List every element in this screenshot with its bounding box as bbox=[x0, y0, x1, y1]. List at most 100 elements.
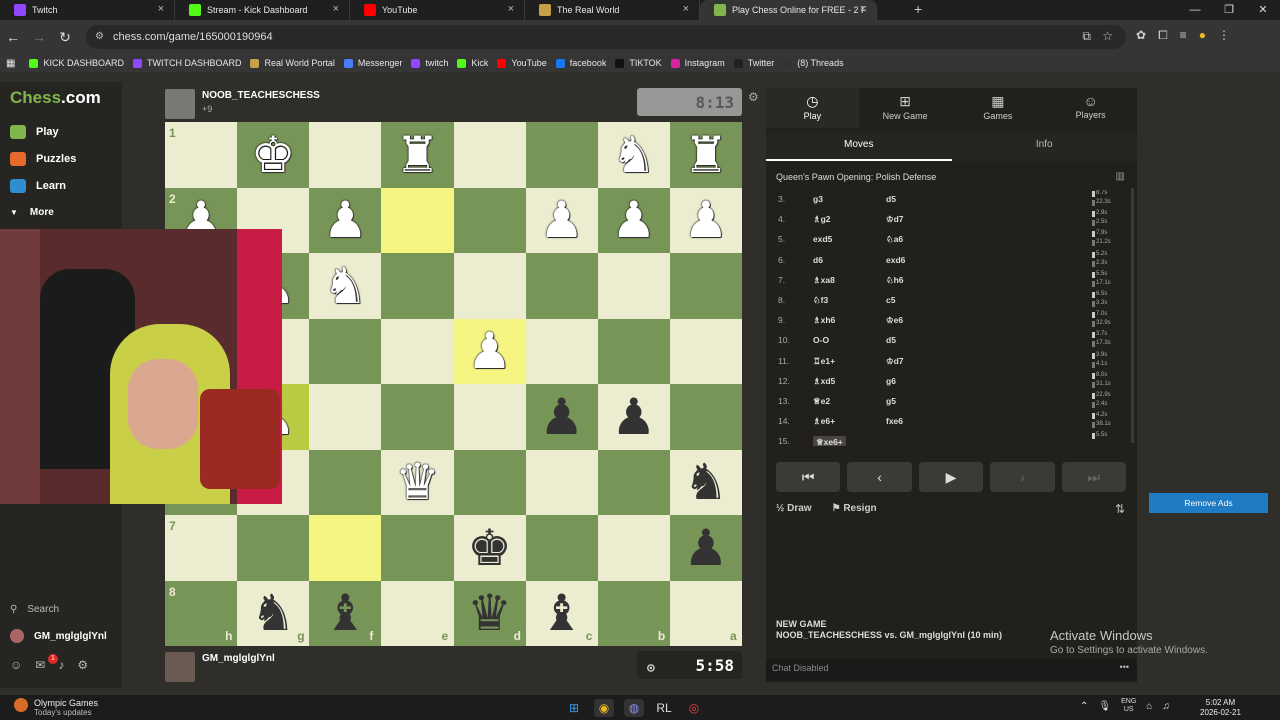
board-square[interactable] bbox=[309, 384, 382, 450]
black-move[interactable]: g5 bbox=[886, 396, 896, 406]
friends-icon[interactable]: ☺ bbox=[10, 658, 22, 672]
browser-tab[interactable]: YouTube × bbox=[350, 0, 525, 20]
volume-icon[interactable]: ♫ bbox=[1162, 701, 1170, 712]
discord-icon[interactable]: ◍ bbox=[624, 699, 644, 717]
bookmark-item[interactable]: Kick bbox=[457, 58, 488, 68]
white-king-piece[interactable]: ♚ bbox=[237, 122, 309, 188]
tray-chevron-icon[interactable]: ⌃ bbox=[1080, 701, 1088, 712]
black-move[interactable]: d5 bbox=[886, 335, 896, 345]
book-icon[interactable]: ▥ bbox=[1116, 171, 1125, 182]
back-icon[interactable]: ← bbox=[0, 29, 26, 45]
panel-nav-play[interactable]: ◷ Play bbox=[766, 88, 859, 128]
black-pawn-piece[interactable]: ♟ bbox=[598, 384, 670, 450]
white-knight-piece[interactable]: ♞ bbox=[309, 253, 381, 319]
top-player-name[interactable]: NOOB_TEACHESCHESS bbox=[202, 90, 320, 101]
board-square[interactable] bbox=[669, 253, 742, 319]
new-tab-icon[interactable]: + bbox=[914, 1, 922, 17]
white-move[interactable]: ♖e1+ bbox=[813, 356, 835, 367]
close-tab-icon[interactable]: × bbox=[333, 3, 339, 15]
network-icon[interactable]: ⌂ bbox=[1146, 701, 1152, 712]
white-move[interactable]: ♗e6+ bbox=[813, 416, 835, 427]
board-square[interactable] bbox=[453, 384, 526, 450]
panel-nav-players[interactable]: ☺ Players bbox=[1044, 88, 1137, 128]
news-widget[interactable]: Olympic Games Today's updates bbox=[14, 698, 98, 717]
close-tab-icon[interactable]: × bbox=[683, 3, 689, 15]
forward-icon[interactable]: → bbox=[26, 29, 52, 45]
board-settings-icon[interactable]: ⚙ bbox=[748, 90, 759, 104]
board-square[interactable] bbox=[453, 449, 526, 515]
profile-icon[interactable]: ● bbox=[1199, 28, 1206, 43]
bell-icon[interactable]: ♪ bbox=[58, 658, 64, 672]
board-square[interactable] bbox=[309, 515, 382, 581]
white-move[interactable]: O-O bbox=[813, 335, 829, 345]
sidebar-item-more[interactable]: ▼ More bbox=[10, 207, 54, 218]
flip-board-icon[interactable]: ⇅ bbox=[1115, 502, 1125, 516]
url-field[interactable]: ⚙ chess.com/game/165000190964 ⧉ ☆ bbox=[86, 25, 1126, 49]
white-pawn-piece[interactable]: ♟ bbox=[309, 188, 381, 254]
black-move[interactable]: ♔e6 bbox=[886, 315, 903, 326]
board-square[interactable] bbox=[597, 318, 670, 384]
site-info-icon[interactable]: ⚙ bbox=[95, 31, 104, 42]
close-tab-icon[interactable]: × bbox=[860, 3, 866, 15]
board-square[interactable] bbox=[237, 515, 310, 581]
tab-info[interactable]: Info bbox=[952, 133, 1138, 161]
white-move[interactable]: ♗xd5 bbox=[813, 376, 835, 387]
mic-icon[interactable]: 🎙 bbox=[1098, 701, 1111, 712]
bookmark-item[interactable]: Real World Portal bbox=[250, 58, 335, 68]
board-square[interactable] bbox=[597, 253, 670, 319]
bookmark-item[interactable]: YouTube bbox=[497, 58, 547, 68]
media-icon[interactable]: ≡ bbox=[1180, 28, 1187, 43]
board-square[interactable] bbox=[597, 515, 670, 581]
browser-tab[interactable]: Play Chess Online for FREE - 2 F × bbox=[700, 0, 877, 20]
next-move-button[interactable]: › bbox=[990, 462, 1055, 492]
bookmark-item[interactable]: KICK DASHBOARD bbox=[29, 58, 124, 68]
sidebar-user[interactable]: GM_mglglglYnl bbox=[10, 629, 107, 643]
sidebar-search[interactable]: ⚲ Search bbox=[10, 604, 59, 615]
bookmark-item[interactable]: facebook bbox=[555, 58, 606, 68]
panel-nav-games[interactable]: ▦ Games bbox=[952, 88, 1045, 128]
extension-icon[interactable]: ✿ bbox=[1136, 28, 1146, 43]
black-pawn-piece[interactable]: ♟ bbox=[526, 384, 598, 450]
board-square[interactable] bbox=[525, 318, 598, 384]
remove-ads-button[interactable]: Remove Ads bbox=[1149, 493, 1268, 513]
black-move[interactable]: d5 bbox=[886, 194, 896, 204]
white-pawn-piece[interactable]: ♟ bbox=[526, 188, 598, 254]
previous-move-button[interactable]: ‹ bbox=[847, 462, 912, 492]
puzzle-icon[interactable]: ⧠ bbox=[1158, 28, 1168, 43]
menu-icon[interactable]: ⋮ bbox=[1218, 28, 1230, 43]
move-list-scrollbar[interactable] bbox=[1131, 188, 1134, 443]
browser-tab[interactable]: Twitch × bbox=[0, 0, 175, 20]
last-move-button[interactable]: ⏭ bbox=[1061, 462, 1127, 492]
browser-tab[interactable]: The Real World × bbox=[525, 0, 700, 20]
board-square[interactable] bbox=[453, 122, 526, 188]
clock-tray[interactable]: 5:02 AM 2026-02-21 bbox=[1200, 698, 1241, 718]
black-move[interactable]: exd6 bbox=[886, 255, 905, 265]
sidebar-item-learn[interactable]: Learn bbox=[10, 179, 66, 193]
draw-button[interactable]: ½ Draw bbox=[776, 503, 812, 514]
first-move-button[interactable]: ⏮ bbox=[776, 462, 841, 492]
white-move[interactable]: ♗xa8 bbox=[813, 275, 835, 286]
chess-logo[interactable]: Chess.com bbox=[10, 88, 101, 108]
board-square[interactable] bbox=[381, 318, 454, 384]
language-indicator[interactable]: ENG US bbox=[1121, 698, 1136, 714]
white-pawn-piece[interactable]: ♟ bbox=[670, 188, 742, 254]
board-square[interactable] bbox=[597, 449, 670, 515]
black-king-piece[interactable]: ♚ bbox=[454, 515, 526, 581]
bookmark-item[interactable]: Twitter bbox=[733, 58, 774, 68]
black-move[interactable]: g6 bbox=[886, 376, 896, 386]
white-move[interactable]: ♕xe6+ bbox=[813, 436, 846, 446]
white-move[interactable]: g3 bbox=[813, 194, 823, 204]
white-pawn-piece[interactable]: ♟ bbox=[598, 188, 670, 254]
board-square[interactable] bbox=[669, 384, 742, 450]
bookmark-item[interactable]: (8) Threads bbox=[783, 58, 844, 68]
white-move[interactable]: ♘f3 bbox=[813, 295, 828, 306]
black-move[interactable]: ♘h6 bbox=[886, 275, 904, 286]
board-square[interactable] bbox=[669, 318, 742, 384]
board-square[interactable] bbox=[525, 122, 598, 188]
white-knight-piece[interactable]: ♞ bbox=[598, 122, 670, 188]
reload-icon[interactable]: ↻ bbox=[52, 29, 78, 46]
avatar[interactable] bbox=[165, 652, 195, 682]
resign-button[interactable]: ⚑ Resign bbox=[832, 503, 877, 514]
chat-options-icon[interactable]: ••• bbox=[1120, 662, 1129, 672]
board-square[interactable] bbox=[309, 122, 382, 188]
